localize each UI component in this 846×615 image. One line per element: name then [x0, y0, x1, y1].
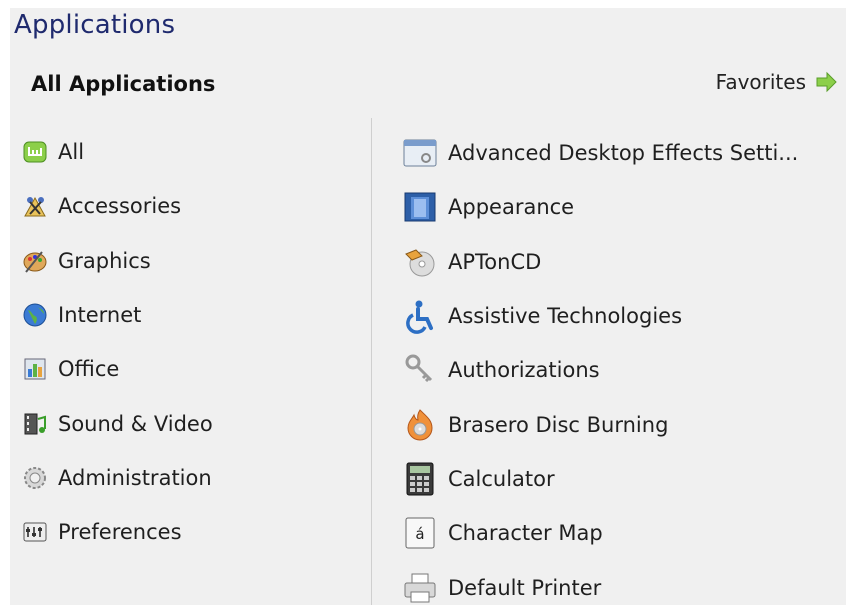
app-label: Character Map	[448, 521, 603, 546]
gear-icon	[22, 465, 48, 491]
category-internet[interactable]: Internet	[22, 288, 362, 342]
accessibility-icon	[402, 298, 438, 334]
category-sound-video[interactable]: Sound & Video	[22, 396, 362, 450]
app-label: Authorizations	[448, 358, 600, 383]
graphics-palette-icon	[22, 248, 48, 274]
category-label: All	[58, 140, 85, 165]
category-label: Office	[58, 357, 120, 382]
menu-header: All Applications Favorites	[10, 70, 846, 100]
preferences-icon	[22, 519, 48, 545]
desktop-effects-icon	[402, 135, 438, 171]
keys-icon	[402, 352, 438, 388]
app-default-printer[interactable]: Default Printer	[402, 560, 846, 614]
calculator-icon	[402, 461, 438, 497]
app-label: Brasero Disc Burning	[448, 412, 669, 437]
appearance-icon	[402, 189, 438, 225]
app-brasero-disc-burning[interactable]: Brasero Disc Burning	[402, 397, 846, 451]
applications-menu: Applications All Applications Favorites …	[10, 8, 846, 605]
app-appearance[interactable]: Appearance	[402, 180, 846, 234]
app-authorizations[interactable]: Authorizations	[402, 343, 846, 397]
category-administration[interactable]: Administration	[22, 451, 362, 505]
app-character-map[interactable]: á Character Map	[402, 506, 846, 560]
app-label: Assistive Technologies	[448, 304, 683, 329]
category-label: Graphics	[58, 248, 151, 273]
category-label: Sound & Video	[58, 411, 213, 436]
menu-title: Applications	[14, 10, 176, 40]
app-assistive-technologies[interactable]: Assistive Technologies	[402, 289, 846, 343]
category-accessories[interactable]: Accessories	[22, 179, 362, 233]
accessories-icon	[22, 193, 48, 219]
arrow-right-icon	[814, 70, 838, 94]
app-calculator[interactable]: Calculator	[402, 452, 846, 506]
application-list: Advanced Desktop Effects Setti... Appear…	[402, 126, 846, 615]
globe-icon	[22, 302, 48, 328]
app-label: Appearance	[448, 195, 575, 220]
all-applications-heading: All Applications	[31, 72, 216, 96]
favorites-button[interactable]: Favorites	[716, 70, 838, 94]
column-divider	[371, 118, 372, 605]
aptoncd-icon	[402, 244, 438, 280]
category-preferences[interactable]: Preferences	[22, 505, 362, 559]
app-label: Advanced Desktop Effects Setti...	[448, 141, 799, 166]
character-map-icon: á	[402, 515, 438, 551]
mint-logo-icon	[22, 139, 48, 165]
svg-text:á: á	[415, 525, 424, 543]
category-graphics[interactable]: Graphics	[22, 234, 362, 288]
app-label: Default Printer	[448, 575, 602, 600]
app-aptoncd[interactable]: APTonCD	[402, 235, 846, 289]
category-label: Internet	[58, 303, 142, 328]
category-label: Accessories	[58, 194, 182, 219]
office-icon	[22, 356, 48, 382]
favorites-label: Favorites	[715, 70, 806, 94]
category-label: Preferences	[58, 520, 182, 545]
printer-icon	[402, 570, 438, 606]
category-office[interactable]: Office	[22, 342, 362, 396]
app-label: APTonCD	[448, 249, 542, 274]
disc-burning-icon	[402, 407, 438, 443]
app-advanced-desktop-effects[interactable]: Advanced Desktop Effects Setti...	[402, 126, 846, 180]
category-list: All Accessories Graphics Internet Office	[22, 125, 362, 559]
category-all[interactable]: All	[22, 125, 362, 179]
film-music-icon	[22, 411, 48, 437]
category-label: Administration	[58, 465, 212, 490]
app-label: Calculator	[448, 466, 555, 491]
